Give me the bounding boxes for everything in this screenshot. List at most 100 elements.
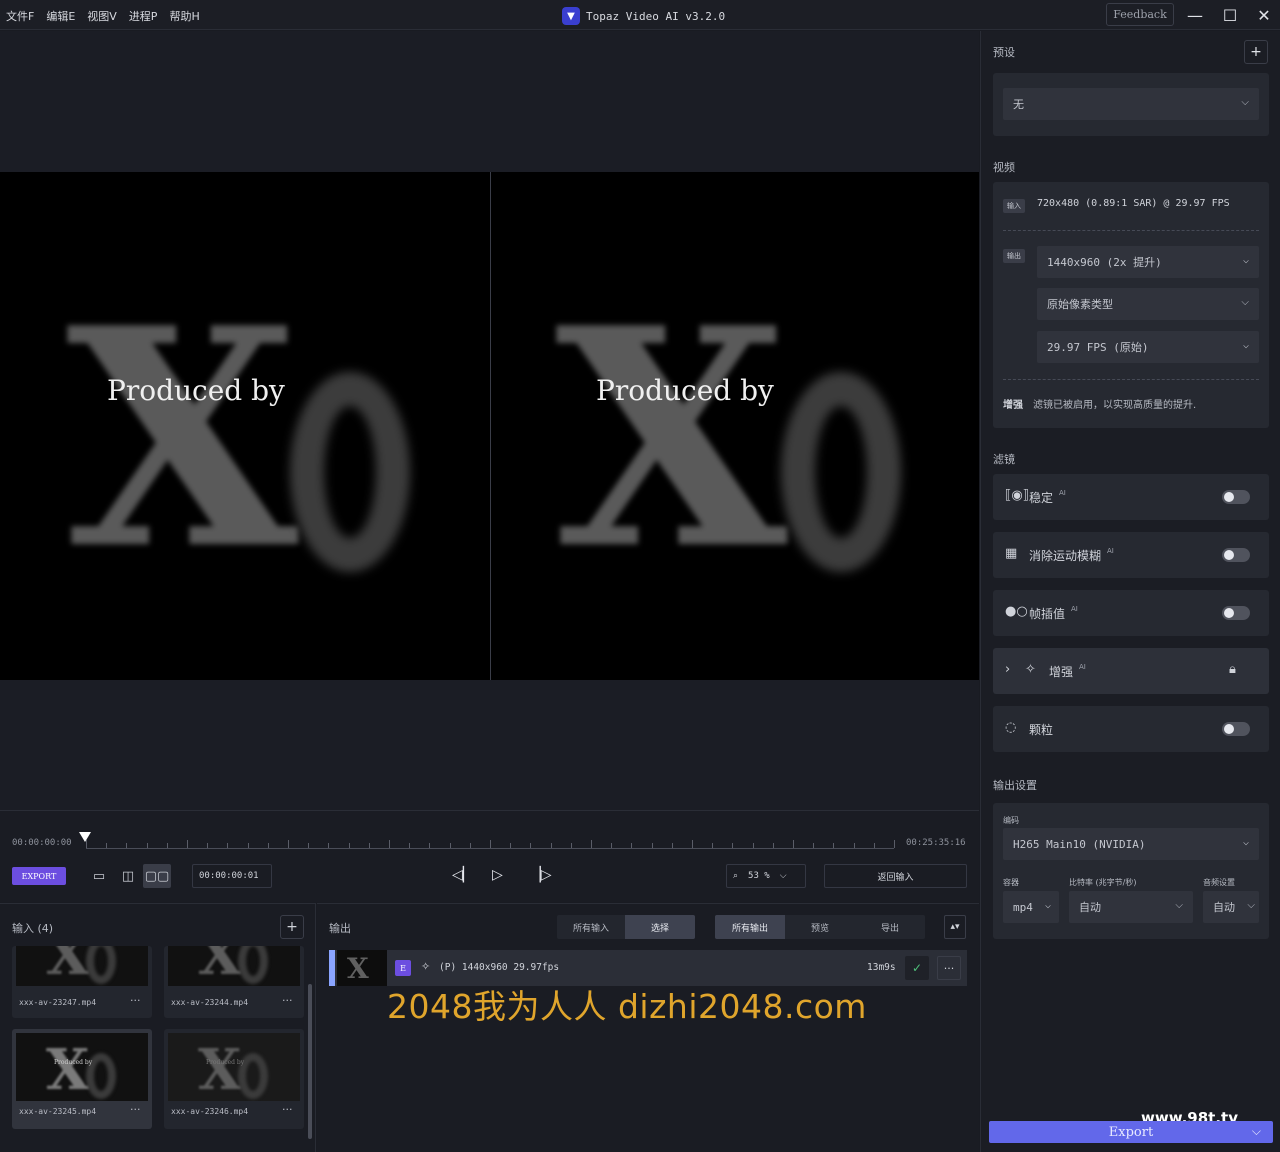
ruler-tick [288,840,289,848]
title-bar: 文件F 编辑E 视图V 进程P 帮助H ▼ Topaz Video AI v3.… [0,0,1280,30]
thumb-glyph: X [46,1037,90,1101]
input-filter-segment: 所有输入 选择 [557,915,695,939]
chevron-down-icon: ⌵ [1241,297,1249,308]
filter-all-outputs[interactable]: 所有输出 [715,915,785,939]
filter-preview[interactable]: 预览 [785,915,855,939]
filter-stabilize[interactable]: ⟦◉⟧ 稳定 AI [993,474,1269,520]
stabilize-toggle[interactable] [1222,490,1250,504]
menu-view[interactable]: 视图V [87,8,117,24]
video-card: 输入 720x480 (0.89:1 SAR) @ 29.97 FPS 输出 1… [993,182,1269,428]
side-by-side-view-icon[interactable]: ▢▢ [143,864,171,888]
input-thumbnail: X [16,946,148,986]
filter-grain[interactable]: ◌ 颗粒 [993,706,1269,752]
feedback-button[interactable]: Feedback [1106,3,1174,26]
chevron-down-icon: ⌵ [1242,255,1249,266]
more-icon[interactable]: ··· [130,994,141,1007]
ruler-tick [490,840,491,848]
output-thumbnail: X [337,950,387,986]
ruler-tick [753,843,754,848]
split-view-icon[interactable]: ◫ [114,864,142,888]
audio-select[interactable]: 自动 ⌵ [1203,891,1259,923]
grain-toggle[interactable] [1222,722,1250,736]
export-button-label: Export [1108,1124,1154,1140]
preset-select[interactable]: 无 ⌵ [1003,88,1259,120]
bitrate-value: 自动 [1079,901,1101,914]
export-frame-button[interactable]: EXPORT [12,867,66,885]
single-view-icon[interactable]: ▭ [85,864,113,888]
preview-original[interactable]: X Produced by [0,172,490,680]
filter-all-inputs[interactable]: 所有输入 [557,915,625,939]
menu-edit[interactable]: 编辑E [46,8,75,24]
timecode-field[interactable]: 00:00:00:01 [192,864,272,888]
ruler-tick [207,843,208,848]
more-icon[interactable]: ··· [282,994,293,1007]
input-item-selected[interactable]: X Produced by xxx-av-23245.mp4 ··· [12,1029,152,1129]
chevron-down-icon: ⌵ [1175,900,1183,911]
menu-process[interactable]: 进程P [129,8,158,24]
ruler-tick [470,843,471,848]
play-icon[interactable]: ▷ [492,867,503,883]
bitrate-select[interactable]: 自动 ⌵ [1069,891,1193,923]
grain-icon: ◌ [1005,720,1017,735]
maximize-icon[interactable]: ☐ [1219,4,1241,26]
motion-deblur-toggle[interactable] [1222,548,1250,562]
app-title: ▼ Topaz Video AI v3.2.0 [562,7,725,25]
timeline-ruler[interactable] [86,839,895,849]
input-item[interactable]: X xxx-av-23247.mp4 ··· [12,946,152,1018]
add-input-button[interactable]: + [280,915,304,939]
container-value: mp4 [1013,900,1033,914]
resolution-select[interactable]: 1440x960 (2x 提升) ⌵ [1037,246,1259,278]
codec-select[interactable]: H265 Main10 (NVIDIA) ⌵ [1003,828,1259,860]
chevron-right-icon: › [1005,662,1011,677]
menu-help[interactable]: 帮助H [169,8,199,24]
menu-bar: 文件F 编辑E 视图V 进程P 帮助H [6,8,200,24]
menu-file[interactable]: 文件F [6,8,34,24]
input-scrollbar[interactable] [308,984,312,1139]
audio-value: 自动 [1213,901,1235,914]
thumb-text: Produced by [206,1059,245,1066]
container-select[interactable]: mp4 ⌵ [1003,891,1059,923]
thumb-glyph: X [198,946,242,986]
return-to-input-button[interactable]: 返回输入 [824,864,967,888]
codec-label: 编码 [1003,816,1019,825]
input-thumbnail: X [168,946,300,986]
output-filter-segment: 所有输出 预览 导出 [715,915,925,939]
more-icon[interactable]: ··· [282,1103,293,1116]
filter-selected[interactable]: 选择 [625,915,695,939]
input-item[interactable]: X xxx-av-23244.mp4 ··· [164,946,304,1018]
frame-interpolation-toggle[interactable] [1222,606,1250,620]
output-duration: 13m9s [867,962,896,973]
filter-export[interactable]: 导出 [855,915,925,939]
next-frame-icon[interactable]: ▕▷ [530,867,552,883]
playhead-handle[interactable] [79,832,91,842]
topaz-logo-icon: ▼ [562,7,580,25]
add-preset-button[interactable]: + [1244,40,1268,64]
zoom-select[interactable]: ⌕ 53 % ⌵ [726,864,806,888]
filters-section-title: 滤镜 [993,453,1015,466]
filter-enhance[interactable]: › ✧ 增强 AI 🔒︎ [993,648,1269,694]
prev-frame-icon[interactable]: ◁▏ [452,867,474,883]
ai-badge: AI [1079,663,1086,671]
fps-select[interactable]: 29.97 FPS (原始) ⌵ [1037,331,1259,363]
close-icon[interactable]: ✕ [1253,4,1275,26]
filter-frame-interpolation[interactable]: ●○ 帧插值 AI [993,590,1269,636]
pixel-type-select[interactable]: 原始像素类型 ⌵ [1037,288,1259,320]
more-icon[interactable]: ··· [130,1103,141,1116]
more-icon[interactable]: ··· [937,956,961,980]
sort-icon[interactable]: ▴▾ [944,915,966,939]
codec-value: H265 Main10 (NVIDIA) [1013,837,1146,851]
export-button[interactable]: Export ⌵ [989,1121,1273,1143]
ruler-tick [328,843,329,848]
preview-enhanced[interactable]: X Produced by [491,172,979,680]
chevron-down-icon[interactable]: ⌵ [1252,1124,1261,1139]
frame-text: Produced by [107,374,285,407]
filter-name: 颗粒 [1029,723,1054,737]
resolution-value: 1440x960 (2x 提升) [1047,256,1162,269]
filter-motion-deblur[interactable]: ▦ 消除运动模糊 AI [993,532,1269,578]
filter-name-wrap: 帧插值 AI [1029,605,1078,622]
ruler-tick [773,843,774,848]
check-icon[interactable]: ✓ [905,956,929,980]
input-item[interactable]: X Produced by xxx-av-23246.mp4 ··· [164,1029,304,1129]
minimize-icon[interactable]: — [1184,4,1206,26]
ruler-tick [692,840,693,848]
